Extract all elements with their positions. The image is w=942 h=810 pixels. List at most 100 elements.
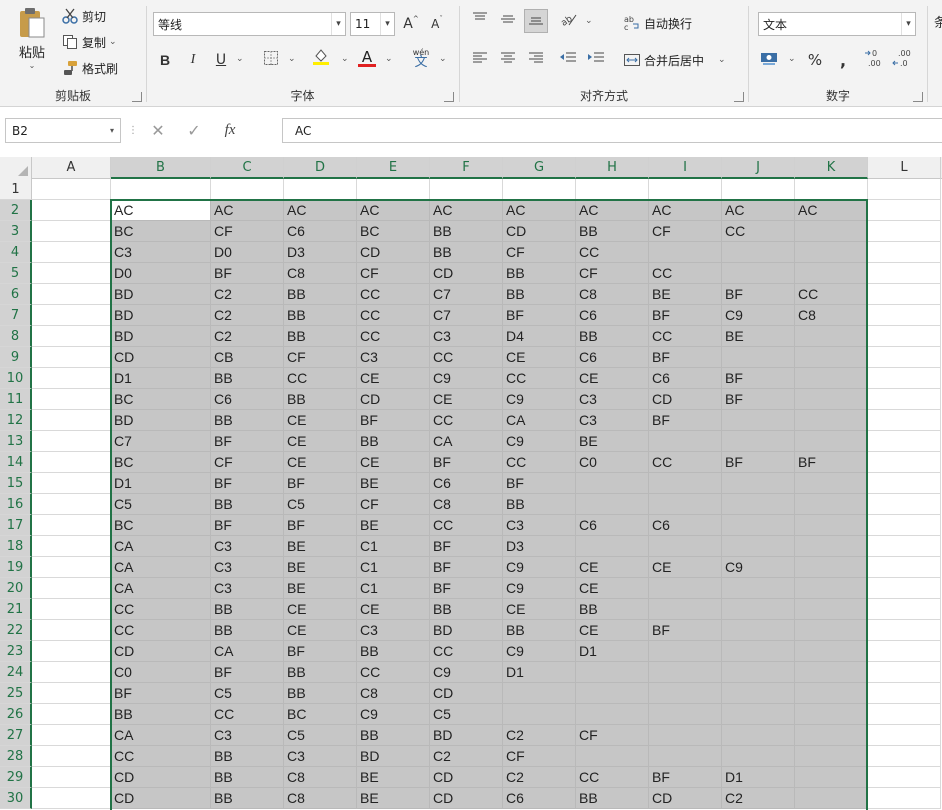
cell-k17[interactable] [795,515,868,536]
cell-f25[interactable]: CD [430,683,503,704]
grow-font-button[interactable]: A ^ [399,12,423,36]
cell-h2[interactable]: AC [576,200,649,221]
cell-i17[interactable]: C6 [649,515,722,536]
shrink-font-button[interactable]: Aˇ [425,12,449,36]
row-header-26[interactable]: 26 [0,704,32,725]
currency-dropdown-icon[interactable]: ⌄ [788,54,796,64]
cell-g13[interactable]: C9 [503,431,576,452]
cell-b17[interactable]: BC [111,515,211,536]
cell-l16[interactable] [868,494,941,515]
cell-l12[interactable] [868,410,941,431]
cell-d17[interactable]: BF [284,515,357,536]
column-header-a[interactable]: A [32,157,111,179]
cell-b23[interactable]: CD [111,641,211,662]
cell-i5[interactable]: CC [649,263,722,284]
column-header-g[interactable]: G [503,157,576,179]
decrease-decimal-button[interactable]: .00.0 [891,48,915,72]
cell-e9[interactable]: C3 [357,347,430,368]
cell-a30[interactable] [32,788,111,809]
cell-g7[interactable]: BF [503,305,576,326]
cell-l21[interactable] [868,599,941,620]
cell-k28[interactable] [795,746,868,767]
cell-h16[interactable] [576,494,649,515]
font-name-select[interactable]: 等线 ▾ [153,12,346,36]
cell-c13[interactable]: BF [211,431,284,452]
cell-c6[interactable]: C2 [211,284,284,305]
row-header-28[interactable]: 28 [0,746,32,767]
cell-b3[interactable]: BC [111,221,211,242]
cell-b27[interactable]: CA [111,725,211,746]
cell-e25[interactable]: C8 [357,683,430,704]
cell-f21[interactable]: BB [430,599,503,620]
cell-a11[interactable] [32,389,111,410]
cell-c22[interactable]: BB [211,620,284,641]
cell-c30[interactable]: BB [211,788,284,809]
row-header-12[interactable]: 12 [0,410,32,431]
cell-c25[interactable]: C5 [211,683,284,704]
alignment-launcher-icon[interactable] [734,92,744,102]
cell-k25[interactable] [795,683,868,704]
cell-l26[interactable] [868,704,941,725]
cell-e7[interactable]: CC [357,305,430,326]
row-header-3[interactable]: 3 [0,221,32,242]
cell-i6[interactable]: BE [649,284,722,305]
cell-g24[interactable]: D1 [503,662,576,683]
cell-e26[interactable]: C9 [357,704,430,725]
cell-j13[interactable] [722,431,795,452]
cell-b11[interactable]: BC [111,389,211,410]
cell-i14[interactable]: CC [649,452,722,473]
column-header-f[interactable]: F [430,157,503,179]
underline-button[interactable]: U [209,48,233,72]
cell-l13[interactable] [868,431,941,452]
cell-j14[interactable]: BF [722,452,795,473]
cell-j7[interactable]: C9 [722,305,795,326]
cell-f20[interactable]: BF [430,578,503,599]
cell-g22[interactable]: BB [503,620,576,641]
cell-h3[interactable]: BB [576,221,649,242]
cell-a18[interactable] [32,536,111,557]
cell-a1[interactable] [32,179,111,200]
cell-c5[interactable]: BF [211,263,284,284]
cell-d28[interactable]: C3 [284,746,357,767]
cell-g23[interactable]: C9 [503,641,576,662]
cell-j22[interactable] [722,620,795,641]
cell-c24[interactable]: BF [211,662,284,683]
cell-b22[interactable]: CC [111,620,211,641]
cell-k12[interactable] [795,410,868,431]
cell-a25[interactable] [32,683,111,704]
cell-b21[interactable]: CC [111,599,211,620]
cell-h26[interactable] [576,704,649,725]
cell-c3[interactable]: CF [211,221,284,242]
cell-h21[interactable]: BB [576,599,649,620]
cell-c8[interactable]: C2 [211,326,284,347]
row-header-8[interactable]: 8 [0,326,32,347]
cell-l6[interactable] [868,284,941,305]
cell-d1[interactable] [284,179,357,200]
cell-c15[interactable]: BF [211,473,284,494]
cell-i26[interactable] [649,704,722,725]
cell-g17[interactable]: C3 [503,515,576,536]
cell-j10[interactable]: BF [722,368,795,389]
number-launcher-icon[interactable] [913,92,923,102]
cell-k6[interactable]: CC [795,284,868,305]
cell-i25[interactable] [649,683,722,704]
cell-k2[interactable]: AC [795,200,868,221]
cell-d16[interactable]: C5 [284,494,357,515]
cell-e5[interactable]: CF [357,263,430,284]
cell-h24[interactable] [576,662,649,683]
cell-g9[interactable]: CE [503,347,576,368]
cell-a2[interactable] [32,200,111,221]
cell-a21[interactable] [32,599,111,620]
cell-d14[interactable]: CE [284,452,357,473]
cell-a17[interactable] [32,515,111,536]
cell-h14[interactable]: C0 [576,452,649,473]
cell-k1[interactable] [795,179,868,200]
cell-c27[interactable]: C3 [211,725,284,746]
cell-j29[interactable]: D1 [722,767,795,788]
cell-d8[interactable]: BB [284,326,357,347]
cell-d9[interactable]: CF [284,347,357,368]
cell-l28[interactable] [868,746,941,767]
cell-k23[interactable] [795,641,868,662]
cell-f13[interactable]: CA [430,431,503,452]
cell-j3[interactable]: CC [722,221,795,242]
